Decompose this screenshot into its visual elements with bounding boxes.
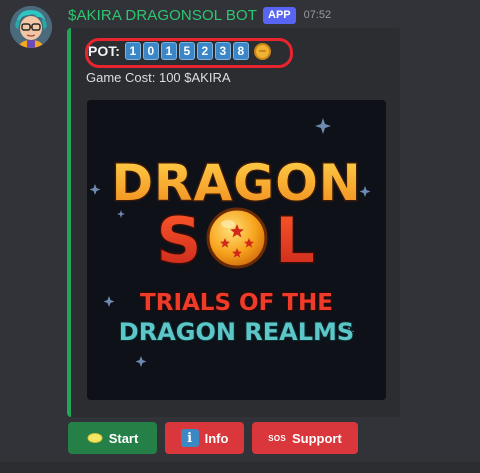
avatar-image	[10, 6, 52, 48]
start-button-label: Start	[108, 430, 139, 446]
coin-icon	[253, 42, 271, 60]
game-banner-image[interactable]: DRAGON S L TRIALS OF THE DRAGON REALMS	[87, 100, 386, 400]
info-button[interactable]: i Info	[165, 422, 244, 454]
pot-digit: 2	[196, 42, 213, 60]
pot-digit: 1	[160, 42, 177, 60]
pot-digit: 3	[214, 42, 231, 60]
dragon-ball-icon	[206, 207, 268, 269]
game-embed: POT: 1 0 1 5 2 3 8 Game Cost: 100 $AKIRA	[67, 28, 400, 417]
action-buttons: Start i Info SOS Support	[68, 422, 358, 454]
logo-subtitle-realms: DRAGON REALMS	[119, 318, 354, 346]
logo-title-dragon: DRAGON	[111, 154, 361, 212]
logo-title-s: S	[157, 204, 202, 277]
logo-title-l: L	[275, 204, 315, 277]
game-cost-text: Game Cost: 100 $AKIRA	[86, 70, 231, 85]
pot-digit: 1	[124, 42, 141, 60]
game-logo-art: DRAGON S L TRIALS OF THE DRAGON REALMS	[87, 100, 386, 400]
sos-icon: SOS	[268, 433, 286, 443]
pot-digit: 5	[178, 42, 195, 60]
start-button[interactable]: Start	[68, 422, 157, 454]
bot-username[interactable]: $AKIRA DRAGONSOL BOT	[68, 7, 257, 24]
lemon-icon	[87, 433, 103, 443]
support-button-label: Support	[291, 430, 342, 446]
pot-label: POT:	[88, 43, 120, 59]
message-header: $AKIRA DRAGONSOL BOT APP 07:52	[68, 5, 331, 25]
info-button-label: Info	[204, 430, 229, 446]
info-icon: i	[180, 429, 199, 447]
pot-digit: 0	[142, 42, 159, 60]
message-input-edge	[0, 462, 480, 473]
bot-avatar[interactable]	[10, 6, 52, 48]
support-button[interactable]: SOS Support	[252, 422, 358, 454]
pot-digit: 8	[232, 42, 249, 60]
logo-subtitle-trials: TRIALS OF THE	[140, 290, 333, 316]
pot-display: POT: 1 0 1 5 2 3 8	[88, 40, 271, 62]
message-timestamp: 07:52	[303, 9, 332, 21]
app-badge: APP	[263, 6, 296, 24]
